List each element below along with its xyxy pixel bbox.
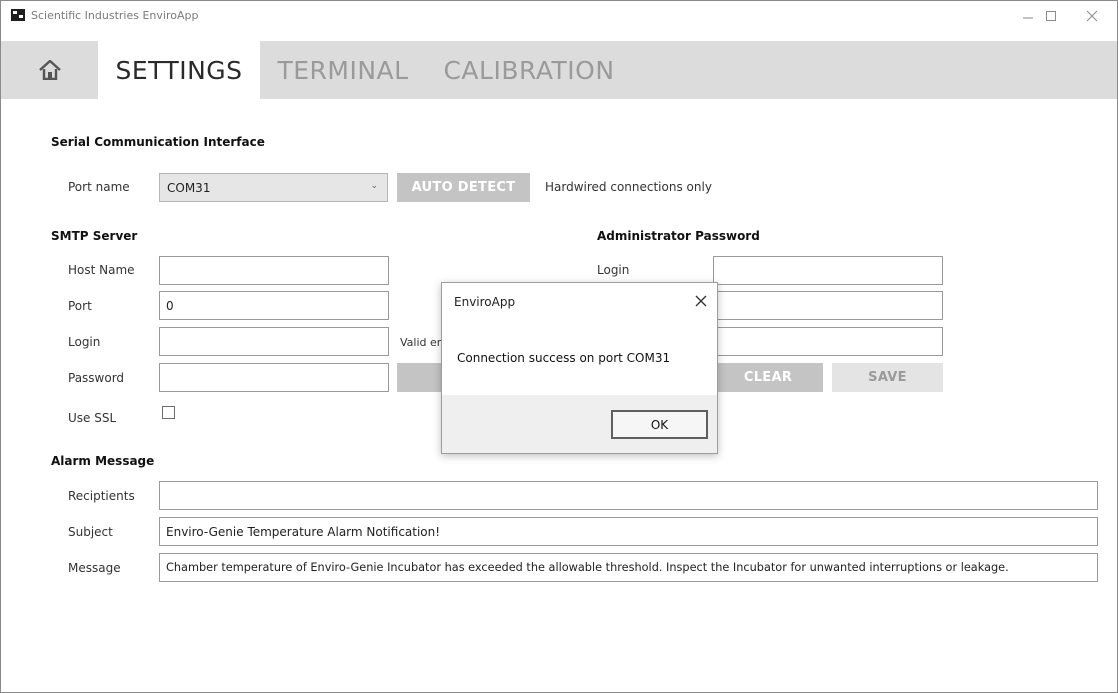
maximize-icon — [1046, 11, 1056, 21]
title-bar: Scientific Industries EnviroApp — [1, 1, 1117, 31]
chevron-down-icon: ⌄ — [370, 181, 378, 191]
tab-home[interactable] — [1, 41, 98, 99]
dialog-close-button[interactable] — [695, 289, 707, 312]
admin-login-label: Login — [597, 263, 630, 277]
save-button[interactable]: SAVE — [832, 363, 943, 392]
tab-settings[interactable]: SETTINGS — [98, 41, 260, 99]
clear-button[interactable]: CLEAR — [713, 363, 823, 392]
window-title: Scientific Industries EnviroApp — [31, 9, 199, 22]
ok-button[interactable]: OK — [611, 410, 708, 439]
use-ssl-checkbox[interactable] — [162, 406, 175, 419]
app-window: Scientific Industries EnviroApp SETTINGS… — [0, 0, 1118, 693]
connection-dialog: EnviroApp Connection success on port COM… — [441, 282, 718, 454]
host-name-input[interactable] — [159, 256, 389, 285]
alarm-section-heading: Alarm Message — [51, 454, 155, 468]
message-label: Message — [68, 561, 121, 575]
close-window-button[interactable] — [1069, 1, 1115, 31]
host-name-label: Host Name — [68, 263, 135, 277]
smtp-password-label: Password — [68, 371, 125, 385]
dialog-title: EnviroApp — [454, 295, 516, 309]
smtp-port-input[interactable]: 0 — [159, 291, 389, 320]
admin-confirm-input[interactable] — [713, 327, 943, 356]
message-input[interactable]: Chamber temperature of Enviro-Genie Incu… — [159, 553, 1098, 582]
hardwired-note: Hardwired connections only — [545, 180, 712, 194]
port-name-label: Port name — [68, 180, 130, 194]
smtp-password-input[interactable] — [159, 363, 389, 392]
close-icon — [1086, 10, 1098, 22]
dialog-footer: OK — [442, 395, 717, 453]
app-logo-icon — [11, 9, 25, 21]
admin-section-heading: Administrator Password — [597, 229, 760, 243]
tab-bar: SETTINGS TERMINAL CALIBRATION — [1, 41, 1117, 99]
serial-section-heading: Serial Communication Interface — [51, 135, 265, 149]
maximize-button[interactable] — [1028, 1, 1074, 31]
dialog-message: Connection success on port COM31 — [457, 351, 671, 365]
subject-label: Subject — [68, 525, 113, 539]
admin-password-input[interactable] — [713, 291, 943, 320]
smtp-login-input[interactable] — [159, 327, 389, 356]
recipients-input[interactable] — [159, 481, 1098, 510]
admin-login-input[interactable] — [713, 256, 943, 285]
smtp-port-label: Port — [68, 299, 92, 313]
recipients-label: Reciptients — [68, 489, 135, 503]
use-ssl-label: Use SSL — [68, 411, 117, 425]
login-validation-note: Valid er — [400, 336, 442, 349]
tab-terminal[interactable]: TERMINAL — [263, 41, 423, 99]
tab-calibration[interactable]: CALIBRATION — [439, 41, 619, 99]
auto-detect-button[interactable]: AUTO DETECT — [397, 173, 530, 202]
smtp-login-label: Login — [68, 335, 101, 349]
smtp-section-heading: SMTP Server — [51, 229, 138, 243]
port-name-value: COM31 — [167, 180, 211, 195]
home-icon — [38, 60, 61, 80]
close-icon — [695, 295, 707, 307]
subject-input[interactable]: Enviro-Genie Temperature Alarm Notificat… — [159, 517, 1098, 546]
port-name-select[interactable]: COM31 ⌄ — [159, 173, 388, 202]
